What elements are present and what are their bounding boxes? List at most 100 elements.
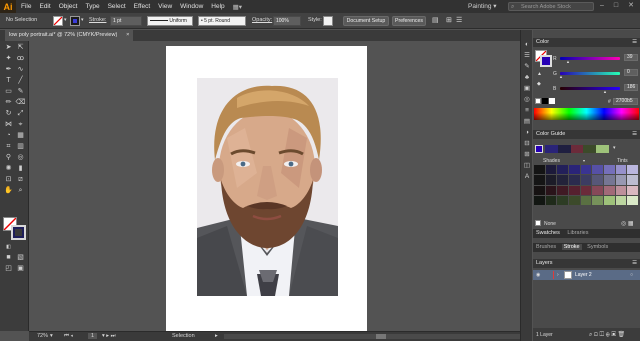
eraser-tool-icon[interactable]: ⌫ <box>15 98 26 108</box>
screen-mode-icon[interactable]: ▣ <box>15 264 26 274</box>
stroke-swatch[interactable] <box>70 16 80 26</box>
menu-edit[interactable]: Edit <box>39 3 50 10</box>
portrait-image[interactable] <box>197 78 338 296</box>
opacity-field[interactable]: 100% <box>273 16 301 26</box>
symbol-sprayer-tool-icon[interactable]: ✺ <box>3 164 14 174</box>
harmony-colors[interactable] <box>545 145 609 153</box>
layers-footer-icons[interactable]: ⌕ ⊡ ◫ ⊕ ▣ 🗑 <box>589 331 625 339</box>
libraries-tab[interactable]: Libraries <box>567 230 588 236</box>
drawing-mode-icon[interactable]: ◰ <box>3 264 14 274</box>
menu-file[interactable]: File <box>21 3 31 10</box>
edit-colors-icon[interactable]: ◎ ▦ <box>621 220 634 227</box>
none-swatch[interactable] <box>535 98 541 104</box>
graphic-styles-panel-icon[interactable]: ▣ <box>522 84 532 93</box>
layer-target-icon[interactable]: ○ <box>630 272 633 278</box>
character-panel-icon[interactable]: A <box>522 172 532 181</box>
type-tool-icon[interactable]: T <box>3 76 14 86</box>
appearance-panel-icon[interactable]: ◎ <box>522 95 532 104</box>
channel-g-thumb[interactable]: ▲ <box>559 74 563 79</box>
warning-icon[interactable]: ▲ <box>537 71 542 77</box>
lasso-tool-icon[interactable]: ꝏ <box>15 54 26 64</box>
transform-panel-icon[interactable]: ⊞ <box>522 150 532 159</box>
fill-dropdown-icon[interactable]: ▾ <box>64 17 67 23</box>
transparency-panel-icon[interactable]: ◑ <box>522 128 532 137</box>
rotate-tool-icon[interactable]: ↻ <box>3 109 14 119</box>
white-swatch[interactable] <box>549 98 555 104</box>
stroke-tab[interactable]: Stroke <box>561 244 582 250</box>
arrange-icon[interactable]: ▤ <box>432 16 439 24</box>
menu-select[interactable]: Select <box>108 3 126 10</box>
color-guide-menu-icon[interactable]: ☰ <box>632 130 637 139</box>
perspective-grid-tool-icon[interactable]: ▦ <box>15 131 26 141</box>
menu-type[interactable]: Type <box>85 3 99 10</box>
minimize-button[interactable]: – <box>596 1 608 11</box>
layers-panel-header[interactable]: Layers ☰ <box>533 259 640 268</box>
color-guide-header[interactable]: Color Guide ☰ <box>533 130 640 139</box>
symbols-tab[interactable]: Symbols <box>587 244 608 250</box>
eyedropper-tool-icon[interactable]: ⚲ <box>3 153 14 163</box>
menu-effect[interactable]: Effect <box>134 3 151 10</box>
artboard-tool-icon[interactable]: ⊡ <box>3 175 14 185</box>
status-menu-icon[interactable]: ▸ <box>215 333 218 339</box>
stock-search-input[interactable]: ⌕ Search Adobe Stock <box>508 2 594 11</box>
hand-tool-icon[interactable]: ✋ <box>3 186 14 196</box>
channel-b-slider[interactable] <box>560 87 620 90</box>
stroke-color-box[interactable] <box>11 225 26 240</box>
transform-icon[interactable]: ⊞ <box>446 16 452 24</box>
free-transform-tool-icon[interactable]: ⌖ <box>15 120 26 130</box>
layer-visibility-icon[interactable]: ◉ <box>536 272 540 278</box>
zoom-tool-icon[interactable]: ⌕ <box>15 186 26 196</box>
channel-b-thumb[interactable]: ▲ <box>603 89 607 94</box>
channel-b-field[interactable]: 186 <box>624 84 638 91</box>
symbols-panel-icon[interactable]: ♣ <box>522 73 532 82</box>
color-panel-menu-icon[interactable]: ☰ <box>632 38 637 47</box>
color-panel-header[interactable]: Color ☰ <box>533 38 640 47</box>
swatches-tab[interactable]: Swatches <box>536 230 560 236</box>
column-graph-tool-icon[interactable]: ▮ <box>15 164 26 174</box>
harmony-dropdown-icon[interactable]: ▾ <box>613 145 616 151</box>
align-panel-icon[interactable]: ⊟ <box>522 139 532 148</box>
scale-tool-icon[interactable]: ⤢ <box>15 109 26 119</box>
close-window-button[interactable]: ✕ <box>625 1 637 11</box>
opacity-label[interactable]: Opacity: <box>252 17 272 23</box>
stroke-label[interactable]: Stroke: <box>89 17 106 23</box>
shades-tints-grid[interactable] <box>534 165 638 205</box>
pen-tool-icon[interactable]: ✒ <box>3 65 14 75</box>
horizontal-scrollbar[interactable] <box>224 334 520 339</box>
hex-field[interactable]: 2700b5 <box>613 98 638 105</box>
channel-g-slider[interactable] <box>560 72 620 75</box>
line-tool-icon[interactable]: ╱ <box>15 76 26 86</box>
color-stroke-box[interactable] <box>540 55 552 67</box>
workspace-switcher[interactable]: Painting ▾ <box>468 2 497 10</box>
curvature-tool-icon[interactable]: ∿ <box>15 65 26 75</box>
menu-help[interactable]: Help <box>211 3 224 10</box>
graphic-style-swatch[interactable] <box>323 16 333 26</box>
guide-base-color[interactable] <box>535 145 543 153</box>
channel-r-field[interactable]: 39 <box>624 54 638 61</box>
stroke-panel-icon[interactable]: ≡ <box>522 106 532 115</box>
zoom-dropdown-icon[interactable]: ▾ <box>50 333 53 339</box>
channel-r-thumb[interactable]: ▲ <box>566 59 570 64</box>
direct-selection-tool-icon[interactable]: ⇱ <box>15 43 26 53</box>
slice-tool-icon[interactable]: ⧄ <box>15 175 26 185</box>
layer-name[interactable]: Layer 2 <box>575 272 592 278</box>
width-tool-icon[interactable]: ⋈ <box>3 120 14 130</box>
magic-wand-tool-icon[interactable]: ✦ <box>3 54 14 64</box>
document-setup-button[interactable]: Document Setup <box>343 16 389 26</box>
brush-definition[interactable]: • 5 pt. Round <box>198 16 246 26</box>
close-tab-icon[interactable]: × <box>126 30 129 41</box>
layer-row[interactable]: ◉ › Layer 2 ○ <box>533 270 640 280</box>
color-panel-icon[interactable]: ◐ <box>522 40 532 49</box>
brushes-panel-icon[interactable]: ✎ <box>522 62 532 71</box>
next-artboard-icon[interactable]: ▾ ▸ ⏭ <box>102 333 116 340</box>
pencil-tool-icon[interactable]: ✏ <box>3 98 14 108</box>
preferences-button[interactable]: Preferences <box>392 16 426 26</box>
shape-builder-tool-icon[interactable]: ◔ <box>3 131 14 141</box>
maximize-button[interactable]: □ <box>610 1 622 11</box>
gradient-tool-icon[interactable]: ▥ <box>15 142 26 152</box>
scroll-thumb[interactable] <box>376 334 386 339</box>
default-colors-icon[interactable]: ◧ <box>3 242 14 252</box>
pathfinder-panel-icon[interactable]: ◫ <box>522 161 532 170</box>
menu-window[interactable]: Window <box>180 3 203 10</box>
document-tab[interactable]: low poly portrait.ai* @ 72% (CMYK/Previe… <box>5 30 134 41</box>
